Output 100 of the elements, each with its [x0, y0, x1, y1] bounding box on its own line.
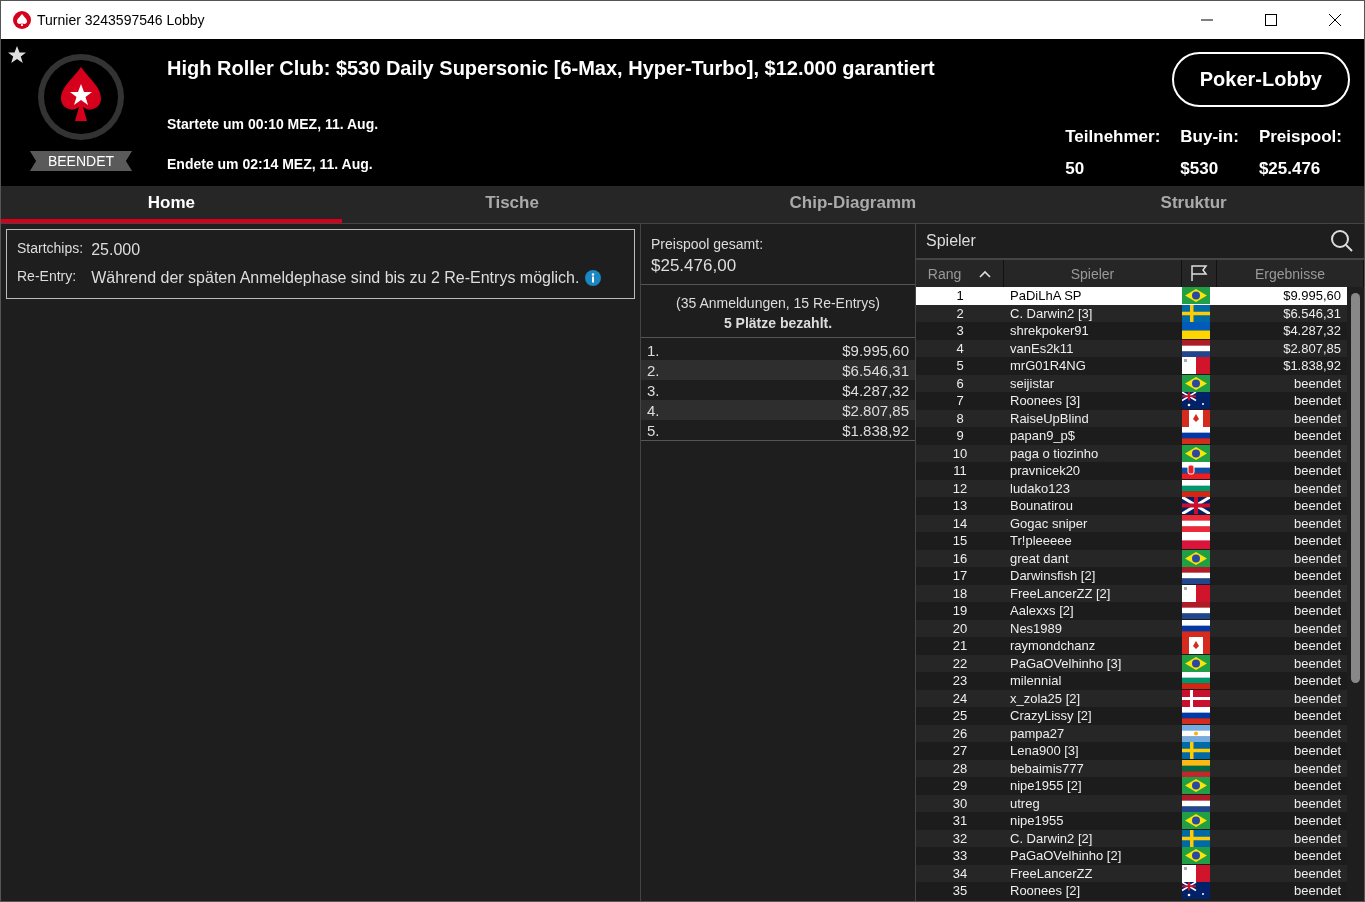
rank-cell-text: 25 — [951, 708, 969, 724]
paid-places-text: 5 Plätze bezahlt. — [723, 315, 833, 331]
rank-cell-text: 14 — [951, 515, 969, 531]
rank-cell-text: 11 — [952, 463, 968, 479]
result-cell-text: beendet — [1293, 393, 1342, 409]
player-name: mrG01R4NG — [1009, 358, 1087, 374]
close-icon[interactable] — [1329, 14, 1341, 26]
rank-cell-text: 5 — [955, 358, 965, 374]
result-cell-text: beendet — [1293, 655, 1342, 671]
player-name: PaGaOVelhinho [2] — [1009, 848, 1123, 864]
end-time: Endete um 02:14 MEZ, 11. Aug. — [167, 156, 373, 172]
rank-cell-text: 27 — [951, 743, 969, 759]
player-name: PaGaOVelhinho [3] — [1009, 655, 1123, 671]
result-cell-text: beendet — [1293, 463, 1342, 479]
tab[interactable]: Chip-Diagramm — [682, 186, 1024, 223]
rank-cell-text: 30 — [951, 795, 969, 811]
result-cell-text: $4.287,32 — [1282, 323, 1342, 339]
rank-cell-text: 23 — [951, 673, 969, 689]
result-cell-text: beendet — [1293, 883, 1342, 899]
result-cell-text: beendet — [1293, 708, 1342, 724]
result-cell-text: beendet — [1293, 778, 1342, 794]
rank-cell-text: 35 — [951, 883, 969, 899]
result-cell-text: $9.995,60 — [1282, 288, 1342, 304]
info-label: Re-Entry: — [17, 267, 78, 286]
info-value: Während der späten Anmeldephase sind bis zu 2 Re-Entrys möglich. — [91, 268, 580, 288]
rank-cell-text: 20 — [951, 620, 969, 636]
rank-cell-text: 33 — [951, 848, 969, 864]
rank-cell-text: 18 — [951, 585, 969, 601]
player-name: RaiseUpBlind — [1009, 410, 1090, 426]
tab[interactable]: Struktur — [1023, 186, 1364, 223]
prize-pool-total: $25.476,00 — [651, 256, 738, 276]
rank-cell-text: 21 — [951, 638, 969, 654]
player-name: nipe1955 [2] — [1009, 778, 1083, 794]
player-name: Darwinsfish [2] — [1009, 568, 1097, 584]
info-label: Startchips: — [17, 239, 84, 258]
player-row[interactable]: 1 PaDiLhA SP $9.995,60 — [916, 287, 1347, 305]
payout-amount: $1.838,92 — [842, 421, 909, 439]
player-name: CrazyLissy [2] — [1009, 708, 1093, 724]
start-time: Startete um 00:10 MEZ, 11. Aug. — [167, 116, 379, 132]
result-cell-text: beendet — [1293, 830, 1342, 846]
stat-value: $25.476 — [1258, 159, 1322, 179]
result-cell-text: beendet — [1293, 375, 1342, 391]
payout-amount: $4.287,32 — [842, 381, 909, 399]
stat-label: Preispool: — [1258, 127, 1342, 147]
payout-amount: $9.995,60 — [842, 341, 909, 359]
star-icon[interactable] — [7, 45, 27, 65]
tournament-title: High Roller Club: $530 Daily Supersonic [6-Max, Hyper-Turbo], $12.000 garantiert — [167, 57, 936, 80]
rank-cell-text: 12 — [951, 480, 969, 496]
rank-cell-text: 3 — [955, 323, 965, 339]
payout-amount: $2.807,85 — [842, 401, 909, 419]
result-cell-text: beendet — [1293, 725, 1342, 741]
player-name: milennial — [1009, 673, 1063, 689]
stat-value: $530 — [1180, 159, 1220, 179]
result-cell-text: beendet — [1293, 603, 1342, 619]
place-number: 5. — [647, 421, 660, 439]
result-cell-text: beendet — [1293, 585, 1342, 601]
player-name: Bounatirou — [1009, 498, 1074, 514]
result-cell-text: beendet — [1293, 620, 1342, 636]
result-cell-text: beendet — [1293, 743, 1342, 759]
player-name: pampa27 — [1009, 725, 1066, 741]
result-cell-text: beendet — [1293, 550, 1342, 566]
rank-cell-text: 17 — [951, 568, 969, 584]
info-value: 25.000 — [91, 240, 141, 260]
result-cell-text: beendet — [1293, 690, 1342, 706]
poker-lobby-button[interactable]: Poker-Lobby — [1171, 52, 1350, 107]
result-cell-text: $1.838,92 — [1282, 358, 1342, 374]
payout-amount: $6.546,31 — [842, 361, 909, 379]
rank-cell-text: 29 — [951, 778, 969, 794]
tab[interactable]: Tische — [341, 186, 683, 223]
player-name: nipe1955 — [1009, 813, 1065, 829]
player-name: Lena900 [3] — [1009, 743, 1080, 759]
rank-cell-text: 32 — [951, 830, 969, 846]
place-number: 3. — [647, 381, 660, 399]
maximize-icon[interactable] — [1265, 14, 1277, 26]
info-icon[interactable] — [585, 270, 602, 286]
sort-caret-icon — [979, 269, 992, 278]
flag-column-icon[interactable] — [1190, 265, 1208, 282]
player-name: FreeLancerZZ — [1009, 865, 1094, 881]
place-number: 2. — [647, 361, 660, 379]
result-cell-text: beendet — [1293, 673, 1342, 689]
tab[interactable]: Home — [1, 186, 342, 223]
rank-cell-text: 9 — [955, 428, 965, 444]
rank-cell-text: 10 — [951, 445, 969, 461]
result-cell-text: beendet — [1293, 865, 1342, 881]
player-name: Gogac sniper — [1009, 515, 1089, 531]
player-name: bebaimis777 — [1009, 760, 1085, 776]
spade-logo-icon — [13, 11, 31, 29]
result-cell-text: beendet — [1293, 848, 1342, 864]
result-cell-text: $6.546,31 — [1282, 305, 1342, 321]
prize-pool-label: Preispool gesamt: — [651, 236, 765, 252]
place-number: 4. — [647, 401, 660, 419]
rank-cell-text: 4 — [955, 340, 965, 356]
player-name: pravnicek20 — [1009, 463, 1082, 479]
player-name: C. Darwin2 [3] — [1009, 305, 1094, 321]
players-label: Spieler — [926, 232, 976, 250]
rank-cell-text: 19 — [951, 603, 969, 619]
stat-label: Teilnehmer: — [1065, 127, 1161, 147]
search-icon[interactable] — [1330, 229, 1354, 253]
rank-cell-text: 34 — [951, 865, 969, 881]
result-cell-text: beendet — [1293, 813, 1342, 829]
